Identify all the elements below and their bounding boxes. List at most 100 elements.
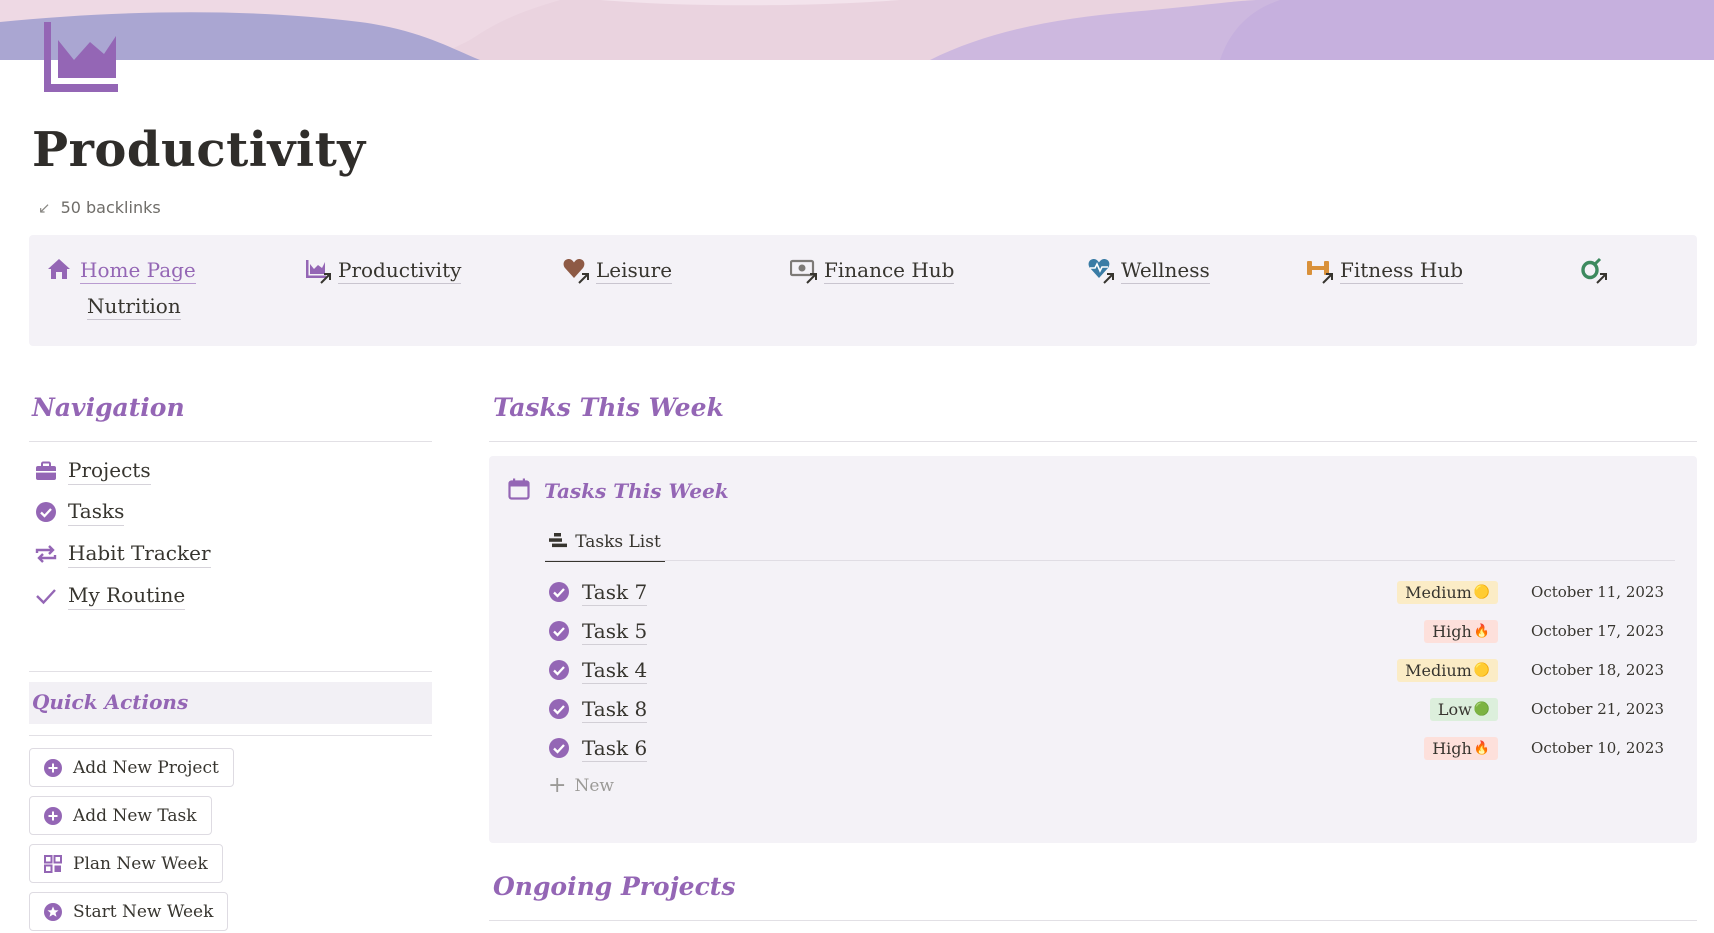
link-label: Leisure (596, 257, 673, 284)
task-name[interactable]: Task 7 (582, 579, 648, 606)
chart-area-icon[interactable] (42, 22, 120, 92)
start-new-week-button[interactable]: Start New Week (29, 892, 229, 931)
chart-icon (304, 256, 332, 284)
link-leisure[interactable]: Leisure (562, 256, 673, 284)
link-label: Nutrition (87, 294, 181, 320)
link-productivity[interactable]: Productivity (304, 256, 462, 284)
button-label: Start New Week (73, 901, 214, 922)
checkmark-icon (34, 584, 58, 608)
divider (545, 560, 1675, 561)
nav-label: Projects (68, 456, 151, 485)
link-wellness[interactable]: Wellness (1087, 256, 1210, 284)
priority-emoji: 🟡 (1473, 584, 1490, 600)
tasks-this-week-heading: Tasks This Week (493, 393, 724, 422)
check-circle-icon (549, 582, 569, 602)
add-new-project-button[interactable]: Add New Project (29, 748, 234, 787)
repeat-icon (34, 542, 58, 566)
divider (489, 920, 1697, 921)
priority-label: Medium (1405, 660, 1472, 680)
divider (29, 671, 432, 672)
nav-item-my-routine[interactable]: My Routine (34, 581, 186, 610)
priority-badge: High 🔥 (1424, 736, 1498, 760)
briefcase-icon (34, 459, 58, 483)
priority-emoji: 🔥 (1473, 740, 1490, 756)
avocado-icon (1580, 256, 1608, 284)
dumbbell-icon (1306, 256, 1334, 284)
priority-label: Medium (1405, 582, 1472, 602)
check-circle-icon (34, 500, 58, 524)
tab-label: Tasks List (575, 532, 661, 552)
priority-emoji: 🟢 (1473, 701, 1490, 717)
link-home-page[interactable]: Home Page (46, 256, 196, 284)
table-row[interactable]: Task 8 Low 🟢 October 21, 2023 (548, 690, 1672, 728)
priority-label: Low (1437, 699, 1472, 719)
star-circle-icon (43, 902, 63, 922)
priority-label: High (1432, 738, 1472, 758)
task-name[interactable]: Task 8 (582, 696, 648, 723)
check-circle-icon (549, 738, 569, 758)
navigation-heading: Navigation (32, 393, 185, 422)
heart-icon (562, 256, 590, 284)
page-title: Productivity (32, 122, 366, 178)
link-nutrition-icon[interactable] (1580, 256, 1608, 284)
task-name[interactable]: Task 6 (582, 735, 648, 762)
priority-badge: Low 🟢 (1429, 697, 1498, 721)
plus-circle-icon (43, 758, 63, 778)
home-icon (46, 256, 74, 284)
quick-actions-heading: Quick Actions (32, 690, 189, 714)
priority-label: High (1432, 621, 1472, 641)
link-nutrition[interactable]: Nutrition (87, 293, 181, 320)
nav-item-habit-tracker[interactable]: Habit Tracker (34, 539, 211, 568)
cover-image (0, 0, 1714, 60)
backlinks-link[interactable]: ↙ 50 backlinks (38, 198, 161, 217)
hub-links-bar (29, 235, 1697, 346)
link-label: Fitness Hub (1340, 257, 1464, 284)
database-title-label: Tasks This Week (544, 479, 729, 503)
new-label: New (574, 775, 614, 796)
ongoing-projects-heading: Ongoing Projects (493, 872, 736, 901)
due-date: October 21, 2023 (1531, 700, 1664, 718)
table-row[interactable]: Task 7 Medium 🟡 October 11, 2023 (548, 573, 1672, 611)
nav-label: Habit Tracker (68, 539, 211, 568)
plan-new-week-button[interactable]: Plan New Week (29, 844, 223, 883)
check-circle-icon (549, 660, 569, 680)
link-finance-hub[interactable]: Finance Hub (789, 256, 955, 284)
nav-item-tasks[interactable]: Tasks (34, 497, 125, 526)
due-date: October 17, 2023 (1531, 622, 1664, 640)
tab-tasks-list[interactable]: Tasks List (545, 524, 665, 562)
table-row[interactable]: Task 4 Medium 🟡 October 18, 2023 (548, 651, 1672, 689)
task-name[interactable]: Task 4 (582, 657, 648, 684)
link-fitness-hub[interactable]: Fitness Hub (1306, 256, 1464, 284)
nav-item-projects[interactable]: Projects (34, 456, 151, 485)
arrow-down-left-icon: ↙ (38, 198, 51, 217)
money-icon (789, 256, 818, 284)
button-label: Plan New Week (73, 853, 208, 874)
table-row[interactable]: Task 5 High 🔥 October 17, 2023 (548, 612, 1672, 650)
divider (29, 441, 432, 442)
priority-emoji: 🔥 (1473, 623, 1490, 639)
due-date: October 11, 2023 (1531, 583, 1664, 601)
database-title[interactable]: Tasks This Week (508, 478, 729, 504)
add-new-task-button[interactable]: Add New Task (29, 796, 212, 835)
link-label: Wellness (1121, 257, 1210, 284)
button-label: Add New Task (73, 805, 197, 826)
list-view-icon (549, 532, 568, 553)
priority-emoji: 🟡 (1473, 662, 1490, 678)
due-date: October 18, 2023 (1531, 661, 1664, 679)
backlinks-label: 50 backlinks (60, 198, 161, 217)
grid-icon (43, 854, 63, 874)
due-date: October 10, 2023 (1531, 739, 1664, 757)
divider (489, 441, 1697, 442)
check-circle-icon (549, 621, 569, 641)
new-task-button[interactable]: + New (548, 773, 614, 798)
task-name[interactable]: Task 5 (582, 618, 648, 645)
priority-badge: Medium 🟡 (1397, 658, 1498, 682)
check-circle-icon (549, 699, 569, 719)
plus-icon: + (548, 773, 567, 798)
plus-circle-icon (43, 806, 63, 826)
button-label: Add New Project (73, 757, 219, 778)
table-row[interactable]: Task 6 High 🔥 October 10, 2023 (548, 729, 1672, 767)
divider (29, 735, 432, 736)
link-label: Finance Hub (824, 257, 955, 284)
nav-label: My Routine (68, 581, 186, 610)
